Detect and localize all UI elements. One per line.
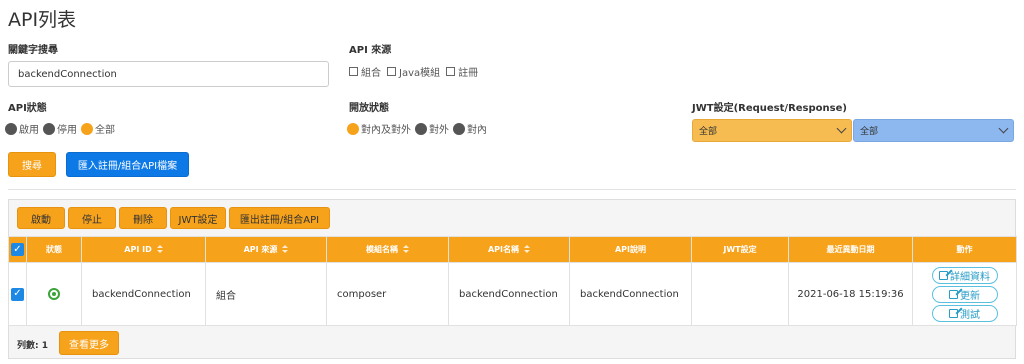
header-api-name[interactable]: API名稱 — [448, 236, 570, 263]
jwt-settings-label: JWT設定(Request/Response) — [692, 103, 847, 114]
api-status-label: API狀態 — [8, 103, 47, 114]
search-button[interactable]: 搜尋 — [8, 152, 56, 177]
radio-icon — [415, 122, 427, 135]
cell-actions: 詳細資料 更新 測試 — [912, 262, 1017, 326]
test-button[interactable]: 測試 — [931, 304, 998, 322]
jwt-response-select[interactable]: 全部 — [853, 119, 1014, 142]
keyword-search-input[interactable] — [8, 61, 329, 87]
api-source-options: 組合 Java模組 註冊 — [349, 64, 484, 79]
header-status: 狀態 — [26, 236, 82, 263]
radio-icon — [5, 122, 17, 135]
select-all-header[interactable]: ✓ — [8, 236, 27, 263]
open-status-label: 開放狀態 — [349, 103, 389, 114]
cell-updated: 2021-06-18 15:19:36 — [788, 262, 913, 326]
status-option-all[interactable]: 全部 — [81, 121, 115, 136]
view-more-button[interactable]: 查看更多 — [59, 331, 119, 355]
delete-button[interactable]: 刪除 — [119, 207, 167, 229]
jwt-settings-button[interactable]: JWT設定 — [170, 207, 226, 229]
radio-selected-icon — [347, 122, 359, 135]
header-actions: 動作 — [912, 236, 1017, 263]
row-count: 列數: 1 — [17, 341, 48, 351]
chevron-down-icon — [998, 123, 1009, 134]
checkbox-icon — [446, 67, 456, 76]
radio-selected-icon — [81, 122, 93, 135]
api-table: ✓ 狀態 API ID API 來源 模組名稱 API名稱 API說明 JWT設… — [8, 236, 1017, 326]
chevron-down-icon — [836, 123, 847, 134]
enable-button[interactable]: 啟動 — [17, 207, 65, 229]
api-source-label: API 來源 — [349, 45, 392, 56]
checkbox-icon — [349, 67, 358, 76]
status-option-disabled[interactable]: 停用 — [43, 121, 77, 136]
sort-icon — [281, 245, 289, 254]
import-api-file-button[interactable]: 匯入註冊/組合API檔案 — [66, 152, 189, 177]
source-option-composite[interactable]: 組合 — [349, 64, 381, 79]
page-title: API列表 — [8, 9, 77, 31]
header-api-description: API說明 — [569, 236, 692, 263]
table-row: ✓ backendConnection 組合 composer backendC… — [8, 262, 1017, 326]
cell-api-id: backendConnection — [81, 262, 206, 326]
row-select-cell[interactable]: ✓ — [8, 262, 27, 326]
update-button[interactable]: 更新 — [931, 285, 998, 303]
edit-icon — [949, 308, 958, 318]
detail-button[interactable]: 詳細資料 — [931, 266, 998, 284]
cell-api-name: backendConnection — [448, 262, 570, 326]
cell-api-source: 組合 — [205, 262, 327, 326]
table-header-row: ✓ 狀態 API ID API 來源 模組名稱 API名稱 API說明 JWT設… — [8, 236, 1017, 263]
radio-icon — [43, 122, 55, 135]
source-option-java-module[interactable]: Java模組 — [387, 64, 440, 79]
sort-icon — [402, 245, 409, 254]
source-option-registered[interactable]: 註冊 — [446, 64, 478, 79]
disable-button[interactable]: 停止 — [68, 207, 116, 229]
cell-module-name: composer — [326, 262, 449, 326]
open-status-options: 對內及對外 對外 對內 — [347, 121, 491, 136]
row-status-cell — [26, 262, 82, 326]
api-status-options: 啟用 停用 全部 — [5, 121, 119, 136]
sort-icon — [156, 245, 163, 254]
header-module-name[interactable]: 模組名稱 — [326, 236, 449, 263]
export-api-button[interactable]: 匯出註冊/組合API — [229, 207, 330, 229]
edit-icon — [939, 270, 948, 280]
open-option-internal-external[interactable]: 對內及對外 — [347, 121, 411, 136]
divider — [8, 189, 1016, 190]
edit-icon — [949, 289, 958, 299]
status-option-enabled[interactable]: 啟用 — [5, 121, 39, 136]
header-api-id[interactable]: API ID — [81, 236, 206, 263]
sort-icon — [523, 245, 531, 254]
header-updated: 最近異動日期 — [788, 236, 913, 263]
cell-jwt — [691, 262, 789, 326]
status-active-icon — [48, 288, 60, 300]
radio-icon — [453, 122, 465, 135]
checkbox-icon — [387, 67, 396, 76]
checkbox-checked-icon[interactable]: ✓ — [11, 287, 24, 301]
checkbox-checked-icon[interactable]: ✓ — [11, 243, 24, 256]
cell-api-description: backendConnection — [569, 262, 692, 326]
header-jwt: JWT設定 — [691, 236, 789, 263]
jwt-request-select[interactable]: 全部 — [692, 119, 852, 142]
open-option-internal[interactable]: 對內 — [453, 121, 487, 136]
open-option-external[interactable]: 對外 — [415, 121, 449, 136]
header-api-source[interactable]: API 來源 — [205, 236, 327, 263]
keyword-label: 關鍵字搜尋 — [8, 45, 58, 56]
